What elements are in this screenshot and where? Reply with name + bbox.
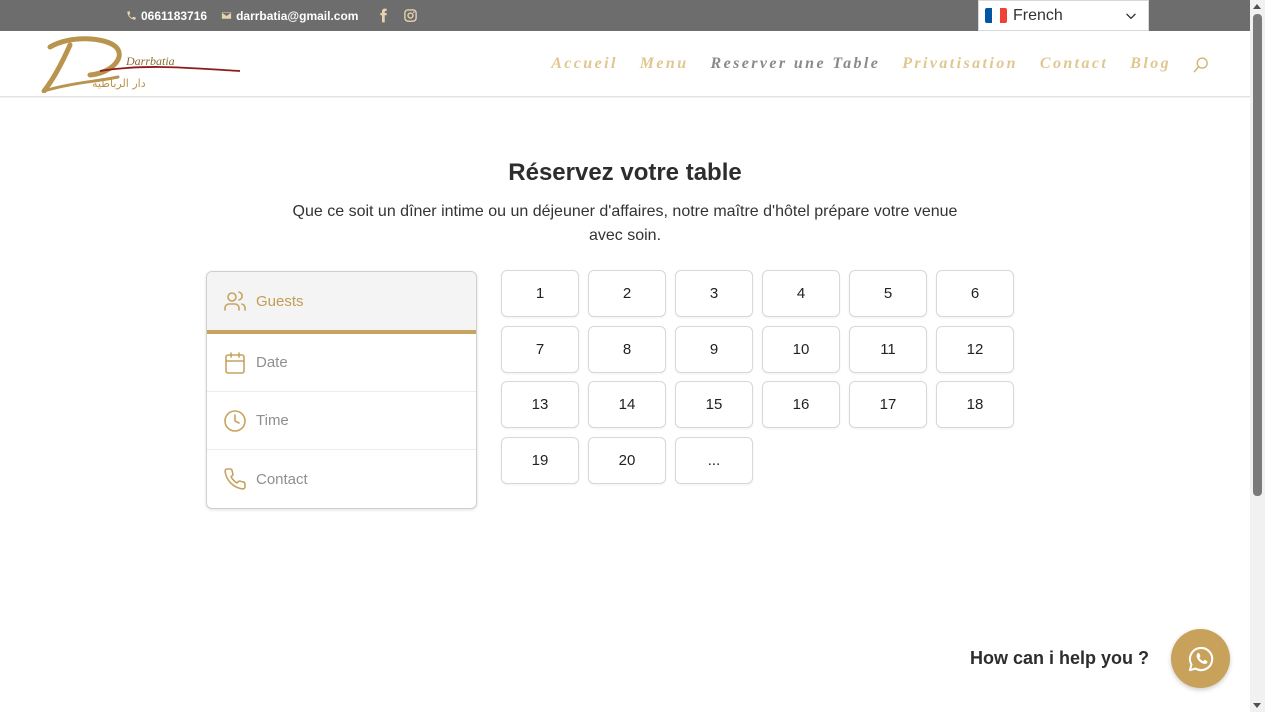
users-icon [224, 291, 246, 311]
chevron-down-icon [1126, 13, 1136, 20]
nav-accueil[interactable]: Accueil [551, 55, 618, 73]
guest-option-3[interactable]: 3 [675, 270, 753, 317]
top-contact-info: 0661183716 darrbatia@gmail.com [126, 0, 418, 31]
scroll-up-arrow[interactable] [1253, 4, 1261, 9]
social-links [376, 8, 418, 23]
guest-option-9[interactable]: 9 [675, 325, 753, 373]
step-date[interactable]: Date [207, 334, 476, 392]
phone-link[interactable]: 0661183716 [126, 9, 207, 23]
envelope-icon [221, 12, 232, 19]
step-label: Time [256, 412, 289, 429]
phone-small-icon [127, 11, 136, 20]
whatsapp-chat-button[interactable] [1171, 629, 1230, 688]
nav-blog[interactable]: Blog [1130, 55, 1171, 73]
guest-option-20[interactable]: 20 [588, 436, 666, 484]
clock-icon [224, 409, 246, 432]
guest-option-17[interactable]: 17 [849, 381, 927, 428]
calendar-icon [225, 351, 245, 374]
facebook-icon[interactable] [376, 8, 391, 23]
guest-option-19[interactable]: 19 [501, 436, 579, 484]
scroll-down-arrow[interactable] [1253, 703, 1261, 708]
site-logo[interactable]: Darrbatia دار الرباطية [40, 35, 244, 93]
france-flag-icon [985, 8, 1007, 23]
phone-icon [224, 468, 246, 490]
nav-menu[interactable]: Menu [640, 55, 689, 73]
guest-option-13[interactable]: 13 [501, 381, 579, 428]
instagram-icon[interactable] [403, 8, 418, 23]
step-label: Date [256, 354, 288, 371]
guest-option-1[interactable]: 1 [501, 270, 579, 317]
nav-reserver-une-table[interactable]: Reserver une Table [711, 55, 881, 73]
guest-option-10[interactable]: 10 [762, 325, 840, 373]
page-title: Réservez votre table [508, 159, 742, 186]
guest-option-5[interactable]: 5 [849, 270, 927, 317]
guest-count-grid: 1 2 3 4 5 6 7 8 9 10 11 12 13 14 15 16 1… [501, 270, 1014, 484]
email-address: darrbatia@gmail.com [236, 8, 359, 23]
page-subtitle: Que ce soit un dîner intime ou un déjeun… [292, 203, 958, 244]
whatsapp-icon [1188, 646, 1213, 671]
language-select[interactable]: French [978, 0, 1149, 31]
guest-option-4[interactable]: 4 [762, 270, 840, 317]
page-scrollbar[interactable] [1250, 0, 1265, 712]
guest-option-2[interactable]: 2 [588, 270, 666, 317]
language-selected: French [1013, 6, 1063, 24]
nav-contact[interactable]: Contact [1040, 55, 1108, 73]
logo-text: Darrbatia [125, 54, 175, 68]
guest-option-16[interactable]: 16 [762, 381, 840, 428]
email-link[interactable]: darrbatia@gmail.com [221, 9, 358, 23]
step-label: Contact [256, 470, 308, 488]
nav-privatisation[interactable]: Privatisation [902, 55, 1018, 73]
guest-option-8[interactable]: 8 [588, 325, 666, 373]
guest-option-11[interactable]: 11 [849, 325, 927, 373]
guest-option-14[interactable]: 14 [588, 381, 666, 428]
main-nav: Accueil Menu Reserver une Table Privatis… [529, 31, 1210, 97]
logo-arabic: دار الرباطية [92, 77, 146, 90]
guest-option-12[interactable]: 12 [936, 325, 1014, 373]
step-time[interactable]: Time [207, 392, 476, 450]
scrollbar-thumb[interactable] [1253, 14, 1262, 496]
booking-steps: Guests Date Time Contact [206, 271, 477, 509]
search-icon[interactable] [1193, 56, 1210, 73]
chat-prompt[interactable]: How can i help you ? [970, 648, 1149, 669]
guest-option-6[interactable]: 6 [936, 270, 1014, 317]
step-guests[interactable]: Guests [207, 272, 476, 334]
step-contact[interactable]: Contact [207, 450, 476, 508]
guest-option-7[interactable]: 7 [501, 325, 579, 373]
site-header: Darrbatia دار الرباطية Accueil Menu Rese… [0, 31, 1250, 97]
guest-option-more[interactable]: ... [675, 436, 753, 484]
step-label: Guests [256, 292, 304, 310]
phone-number: 0661183716 [141, 8, 208, 23]
guest-option-15[interactable]: 15 [675, 381, 753, 428]
guest-option-18[interactable]: 18 [936, 381, 1014, 428]
